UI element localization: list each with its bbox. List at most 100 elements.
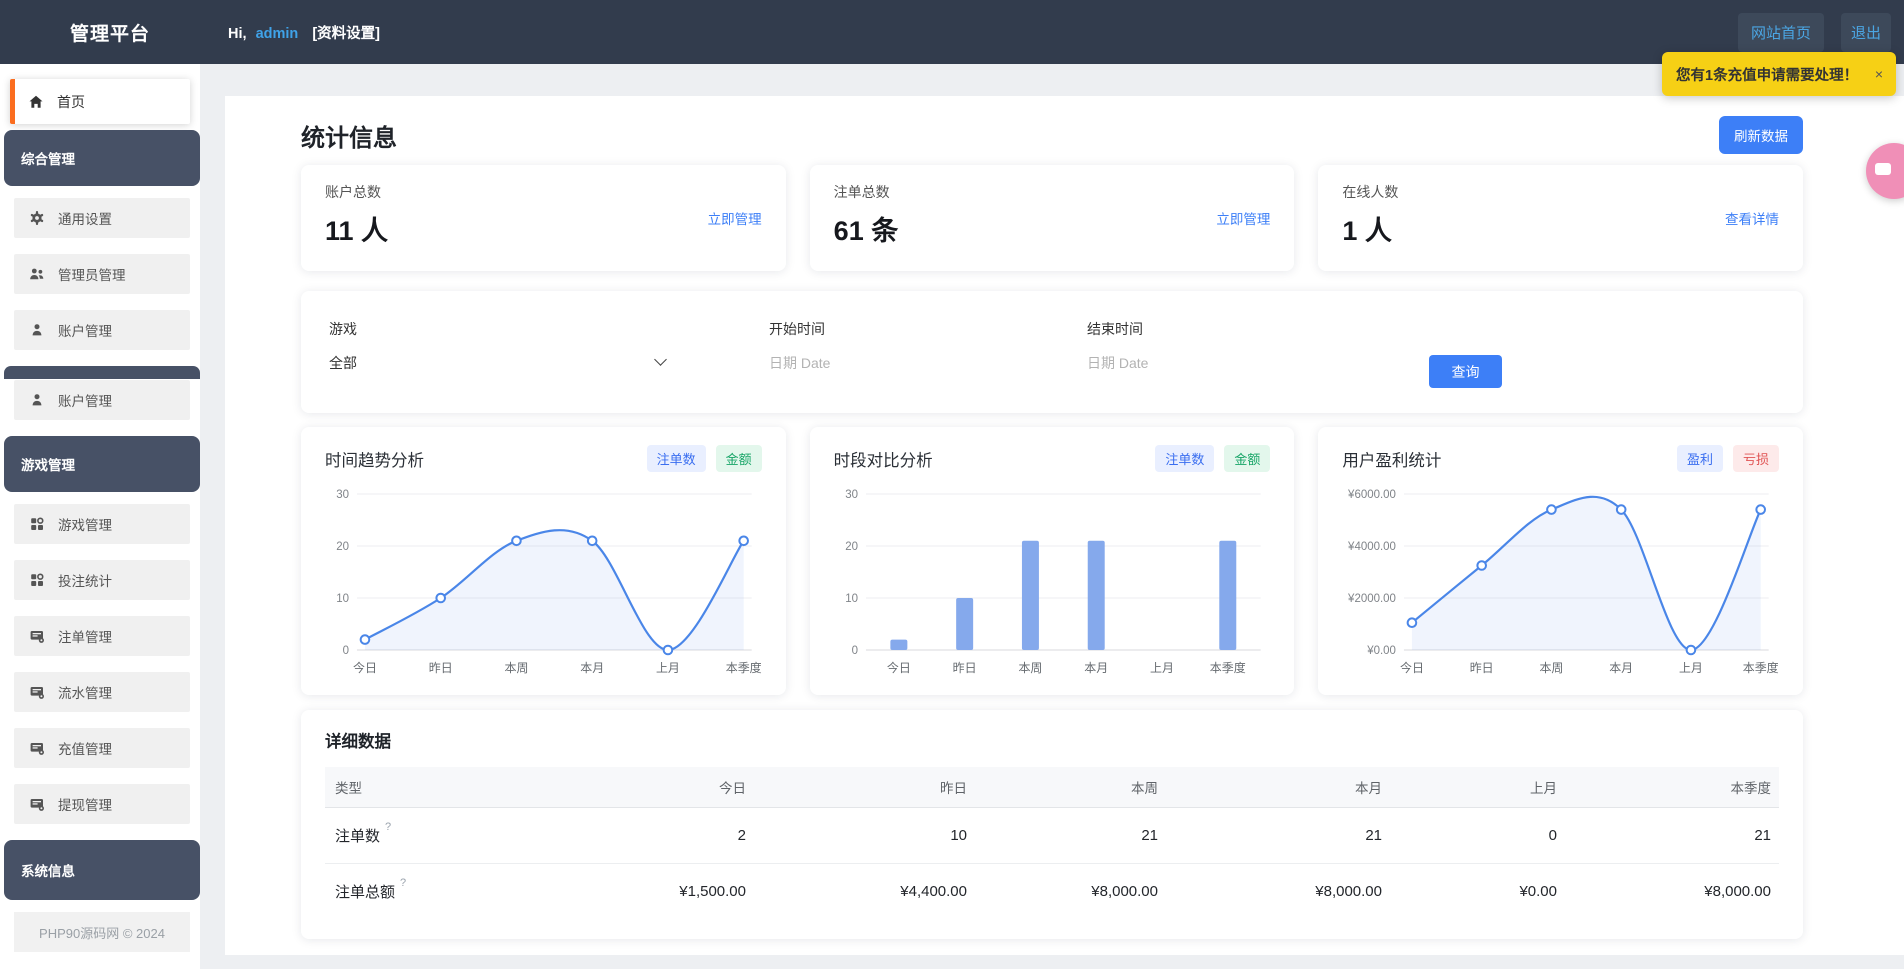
table-cell: 21: [1565, 808, 1779, 864]
legend-badge-blue[interactable]: 盈利: [1677, 445, 1723, 472]
table-row: 注单数?2102121021: [325, 808, 1779, 864]
svg-text:本月: 本月: [1084, 661, 1108, 675]
svg-text:昨日: 昨日: [429, 661, 453, 675]
stat-card-link[interactable]: 查看详情: [1725, 208, 1779, 228]
svg-text:本季度: 本季度: [726, 660, 762, 675]
username-link[interactable]: admin: [256, 26, 299, 42]
sidebar-item-label: 游戏管理: [58, 514, 112, 534]
page-title: 统计信息: [301, 118, 397, 153]
legend-badge-blue[interactable]: 注单数: [1155, 445, 1214, 472]
svg-text:今日: 今日: [1400, 660, 1424, 675]
svg-text:30: 30: [336, 489, 349, 501]
query-button[interactable]: 查询: [1429, 355, 1502, 388]
end-date-field: 结束时间 日期 Date: [1087, 319, 1387, 373]
sidebar-item-s2-0[interactable]: 游戏管理: [14, 504, 190, 544]
game-filter-field: 游戏 全部: [329, 319, 669, 373]
sidebar-item-label: 管理员管理: [58, 264, 126, 284]
svg-text:昨日: 昨日: [1470, 661, 1494, 675]
table-cell: 21: [1166, 808, 1390, 864]
end-date-input[interactable]: 日期 Date: [1087, 353, 1387, 373]
chart-title: 时段对比分析: [834, 447, 1146, 471]
stat-card-link[interactable]: 立即管理: [1216, 208, 1270, 228]
stat-card-link[interactable]: 立即管理: [708, 208, 762, 228]
svg-text:本周: 本周: [504, 661, 528, 675]
table-row: 注单总额?¥1,500.00¥4,400.00¥8,000.00¥8,000.0…: [325, 864, 1779, 920]
sidebar-section-header[interactable]: 综合管理: [4, 130, 200, 186]
sidebar-item-s2-1[interactable]: 投注统计: [14, 560, 190, 600]
refresh-data-button[interactable]: 刷新数据: [1719, 116, 1803, 154]
profile-settings-link[interactable]: [资料设置]: [312, 26, 380, 42]
sidebar-item-s2-4[interactable]: 充值管理: [14, 728, 190, 768]
notification-text: 您有1条充值申请需要处理！: [1676, 64, 1858, 85]
ledger-icon: [29, 628, 45, 644]
help-icon[interactable]: ?: [385, 821, 391, 833]
table-header-cell: 本周: [975, 767, 1166, 808]
svg-text:10: 10: [845, 593, 858, 605]
table-cell: ¥8,000.00: [1166, 864, 1390, 920]
start-date-label: 开始时间: [769, 319, 1069, 339]
notification-toast: 您有1条充值申请需要处理！ ×: [1662, 52, 1896, 96]
ledger-icon: [29, 740, 45, 756]
svg-text:本月: 本月: [1610, 661, 1634, 675]
svg-text:¥2000.00: ¥2000.00: [1347, 593, 1396, 605]
main-panel: 统计信息 刷新数据 账户总数11 人立即管理注单总数61 条立即管理在线人数1 …: [225, 96, 1904, 955]
svg-text:昨日: 昨日: [952, 661, 976, 675]
sidebar-item-label: 账户管理: [58, 320, 112, 340]
home-icon: [28, 94, 44, 110]
start-date-input[interactable]: 日期 Date: [769, 353, 1069, 373]
ledger-icon: [29, 684, 45, 700]
svg-text:本周: 本周: [1018, 661, 1042, 675]
legend-badge-green[interactable]: 金额: [716, 445, 762, 472]
row-label-cell: 注单数?: [325, 808, 584, 864]
svg-text:今日: 今日: [887, 660, 911, 675]
sidebar-section-header[interactable]: 系统信息: [4, 840, 200, 900]
sidebar-item-s0-1[interactable]: 管理员管理: [14, 254, 190, 294]
svg-text:本季度: 本季度: [1209, 660, 1245, 675]
svg-text:本月: 本月: [580, 661, 604, 675]
grid-icon: [29, 572, 45, 588]
sidebar-item-s1-0[interactable]: 账户管理: [14, 380, 190, 420]
svg-text:20: 20: [845, 541, 858, 553]
sidebar-item-s2-3[interactable]: 流水管理: [14, 672, 190, 712]
chevron-down-icon: [654, 353, 667, 366]
filter-card: 游戏 全部 开始时间 日期 Date 结束时间 日期 Date 查询: [301, 291, 1803, 413]
end-date-placeholder: 日期 Date: [1087, 355, 1148, 371]
sidebar: 首页综合管理通用设置管理员管理账户管理账户管理游戏管理游戏管理投注统计注单管理流…: [0, 64, 200, 969]
sidebar-item-label: 账户管理: [58, 390, 112, 410]
sidebar-item-s0-2[interactable]: 账户管理: [14, 310, 190, 350]
svg-text:本周: 本周: [1540, 661, 1564, 675]
sidebar-section-header[interactable]: 游戏管理: [4, 436, 200, 492]
table-header-cell: 本季度: [1565, 767, 1779, 808]
game-filter-label: 游戏: [329, 319, 669, 339]
row-label: 注单数: [335, 828, 380, 845]
sidebar-item-label: 通用设置: [58, 208, 112, 228]
svg-text:0: 0: [851, 645, 857, 657]
sidebar-item-s2-5[interactable]: 提现管理: [14, 784, 190, 824]
site-home-button[interactable]: 网站首页: [1738, 13, 1824, 52]
help-icon[interactable]: ?: [400, 877, 406, 889]
user-icon: [29, 322, 45, 338]
gear-icon: [29, 210, 45, 226]
game-select[interactable]: 全部: [329, 353, 669, 373]
legend-badge-green[interactable]: 金额: [1224, 445, 1270, 472]
table-header-cell: 类型: [325, 767, 584, 808]
svg-text:上月: 上月: [656, 661, 680, 675]
close-icon[interactable]: ×: [1872, 66, 1886, 82]
legend-badge-blue[interactable]: 注单数: [647, 445, 706, 472]
user-greeting: Hi, admin [资料设置]: [228, 22, 380, 43]
logout-button[interactable]: 退出: [1841, 13, 1891, 52]
sidebar-item-home[interactable]: 首页: [10, 79, 190, 124]
sidebar-item-s2-2[interactable]: 注单管理: [14, 616, 190, 656]
sidebar-section-collapsed[interactable]: [4, 366, 200, 379]
svg-text:今日: 今日: [353, 660, 377, 675]
stat-card-2: 在线人数1 人查看详情: [1318, 165, 1803, 271]
legend-badge-red[interactable]: 亏损: [1733, 445, 1779, 472]
sidebar-item-s0-0[interactable]: 通用设置: [14, 198, 190, 238]
stat-card-0: 账户总数11 人立即管理: [301, 165, 786, 271]
table-header-cell: 上月: [1390, 767, 1565, 808]
table-header-cell: 今日: [584, 767, 754, 808]
line-chart: ¥0.00¥2000.00¥4000.00¥6000.00今日昨日本周本月上月本…: [1342, 480, 1779, 680]
sidebar-item-label: 充值管理: [58, 738, 112, 758]
stat-card-label: 注单总数: [834, 182, 1271, 202]
admins-icon: [29, 266, 45, 282]
